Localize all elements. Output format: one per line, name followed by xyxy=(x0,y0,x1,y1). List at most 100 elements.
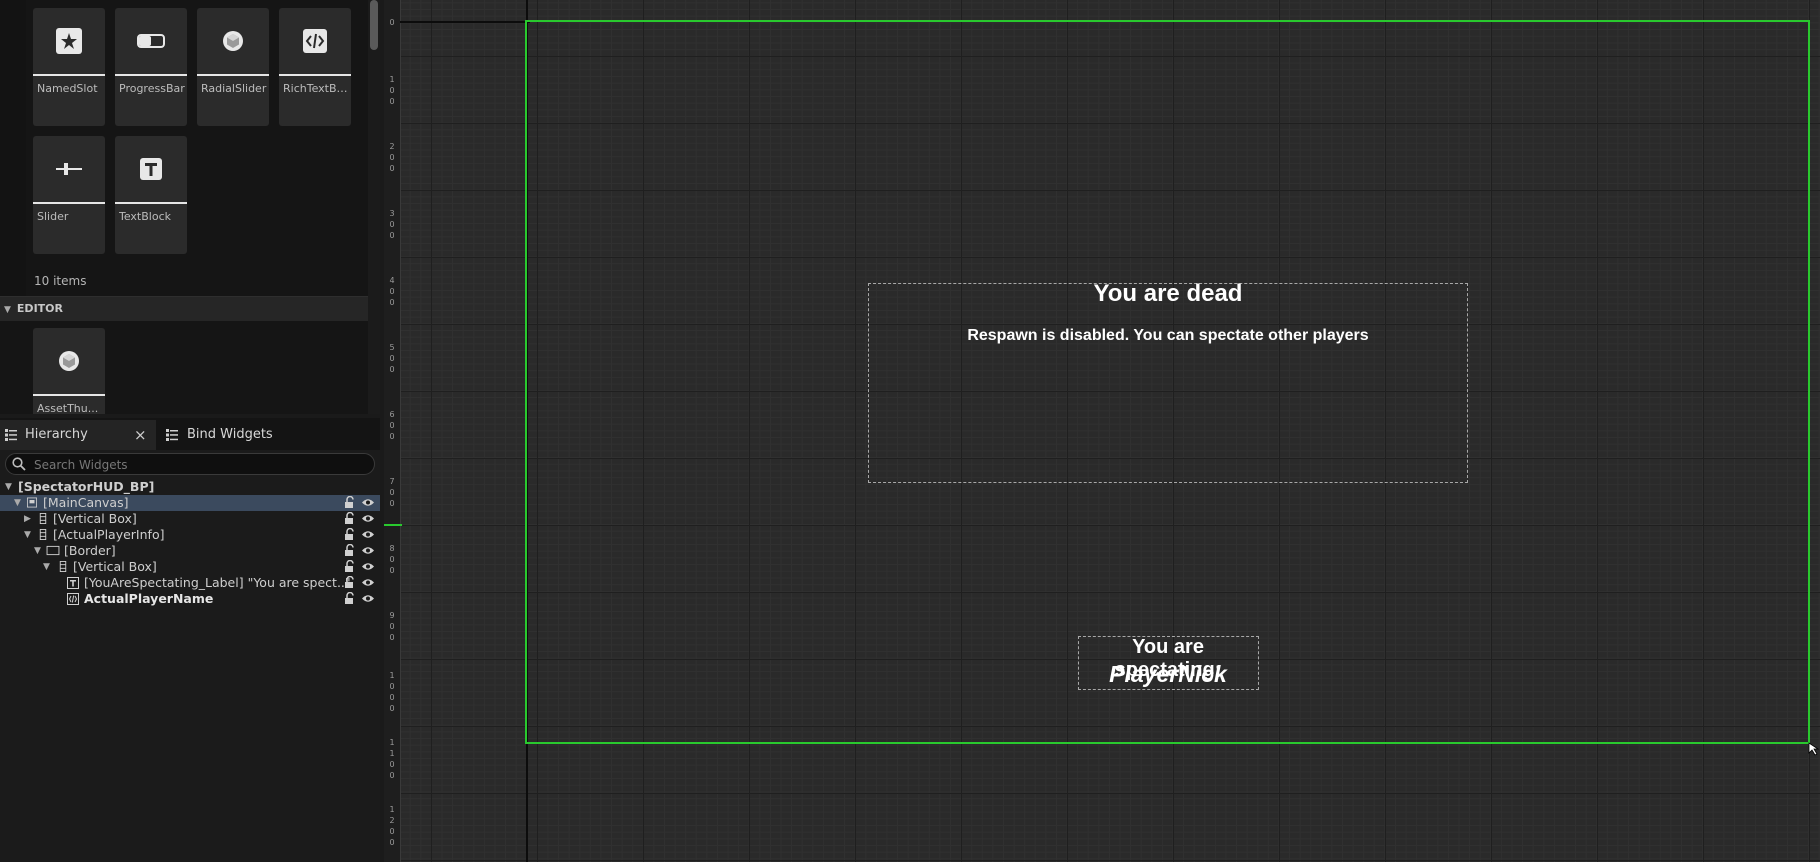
dead-message-box[interactable] xyxy=(868,283,1468,483)
ruler-label: 4 0 0 xyxy=(389,276,395,307)
palette-tile-namedslot[interactable]: NamedSlot xyxy=(33,8,105,126)
asset-thumbnail-icon xyxy=(33,328,105,396)
lock-icon[interactable] xyxy=(344,496,356,509)
eye-icon[interactable] xyxy=(361,496,375,509)
tree-row-actualplayerinfo[interactable]: ▼ [ActualPlayerInfo] xyxy=(0,527,380,543)
tab-hierarchy-label: Hierarchy xyxy=(25,427,88,442)
search-widgets-field[interactable] xyxy=(5,453,375,476)
vertical-box-icon xyxy=(39,529,47,540)
palette-tile-richtextblock[interactable]: RichTextBlo... xyxy=(279,8,351,126)
editor-section-header[interactable]: ▼ EDITOR xyxy=(0,296,368,321)
tree-row-vertical-box[interactable]: ▶ [Vertical Box] xyxy=(0,511,380,527)
lock-icon[interactable] xyxy=(344,528,356,541)
ruler-label: 7 0 0 xyxy=(389,477,395,508)
rich-text-block-icon xyxy=(67,593,79,605)
lock-icon[interactable] xyxy=(344,544,356,557)
ruler-position-marker xyxy=(384,524,402,526)
rich-text-block-icon xyxy=(279,8,351,76)
palette-tile-label: TextBlock xyxy=(119,210,171,223)
palette-tile-assetthumbnail[interactable]: AssetThu... xyxy=(33,328,105,414)
resize-cursor-icon xyxy=(1808,742,1820,756)
palette-tile-radialslider[interactable]: RadialSlider xyxy=(197,8,269,126)
text-block-icon xyxy=(67,577,79,589)
chevron-down-icon[interactable]: ▼ xyxy=(43,559,50,575)
eye-icon[interactable] xyxy=(361,544,375,557)
palette-tile-slider[interactable]: Slider xyxy=(33,136,105,254)
lock-icon[interactable] xyxy=(344,512,356,525)
chevron-down-icon[interactable]: ▼ xyxy=(14,495,21,511)
chevron-right-icon[interactable]: ▶ xyxy=(24,511,31,527)
tab-bind-widgets[interactable]: Bind Widgets xyxy=(160,420,290,450)
palette-tile-label: NamedSlot xyxy=(37,82,98,95)
palette-scrollbar[interactable] xyxy=(368,0,380,414)
origin-axis-horizontal xyxy=(400,21,530,23)
player-name-text: PlayerNick xyxy=(1109,661,1227,687)
items-count: 10 items xyxy=(34,274,87,288)
eye-icon[interactable] xyxy=(361,560,375,573)
lock-icon[interactable] xyxy=(344,560,356,573)
palette-tile-progressbar[interactable]: ProgressBar xyxy=(115,8,187,126)
ruler-label: 1 1 0 0 xyxy=(389,738,395,780)
ruler-label: 1 0 0 0 xyxy=(389,671,395,713)
ruler-label: 8 0 0 xyxy=(389,544,395,575)
palette-tile-label: RichTextBlo... xyxy=(283,82,349,95)
eye-icon[interactable] xyxy=(361,512,375,525)
tab-hierarchy[interactable]: Hierarchy × xyxy=(0,420,156,450)
lock-icon[interactable] xyxy=(344,592,356,605)
tree-row-border[interactable]: ▼ [Border] xyxy=(0,543,380,559)
ruler-label: 0 xyxy=(389,18,395,27)
tree-row-label: [SpectatorHUD_BP] xyxy=(18,479,155,494)
vertical-box-icon xyxy=(39,513,47,524)
widget-palette: NamedSlot ProgressBar RadialSlider RichT… xyxy=(0,0,368,414)
bind-widgets-icon xyxy=(166,429,178,441)
ruler-label: 6 0 0 xyxy=(389,410,395,441)
tab-bind-widgets-label: Bind Widgets xyxy=(187,427,273,442)
ruler-label: 1 2 0 0 xyxy=(389,805,395,847)
palette-tile-textblock[interactable]: TextBlock xyxy=(115,136,187,254)
tree-row-label: [YouAreSpectating_Label] "You are spect.… xyxy=(84,575,351,590)
tree-row-label: ActualPlayerName xyxy=(84,591,214,606)
palette-gutter xyxy=(0,0,26,300)
ruler-label: 9 0 0 xyxy=(389,611,395,642)
search-input[interactable] xyxy=(32,454,356,476)
dead-title-text: You are dead xyxy=(1093,280,1243,307)
eye-icon[interactable] xyxy=(361,576,375,589)
tree-row-youarespectating-label[interactable]: [YouAreSpectating_Label] "You are spect.… xyxy=(0,575,380,591)
tree-row-label: [ActualPlayerInfo] xyxy=(53,527,165,542)
progress-bar-icon xyxy=(115,8,187,76)
ruler-label: 1 0 0 xyxy=(389,75,395,106)
close-icon[interactable]: × xyxy=(134,420,147,450)
slider-icon xyxy=(33,136,105,204)
tree-row-root[interactable]: ▼ [SpectatorHUD_BP] xyxy=(0,479,380,495)
chevron-down-icon[interactable]: ▼ xyxy=(24,527,31,543)
canvas-panel-icon xyxy=(27,497,37,508)
chevron-down-icon[interactable]: ▼ xyxy=(5,479,12,495)
tree-row-vertical-box-2[interactable]: ▼ [Vertical Box] xyxy=(0,559,380,575)
named-slot-icon xyxy=(33,8,105,76)
palette-tile-label: ProgressBar xyxy=(119,82,185,95)
search-icon xyxy=(12,457,26,471)
dead-subtitle-text: Respawn is disabled. You can spectate ot… xyxy=(967,327,1369,344)
tree-row-maincanvas[interactable]: ▼ [MainCanvas] xyxy=(0,495,380,511)
palette-tile-label: RadialSlider xyxy=(201,82,267,95)
hierarchy-icon xyxy=(5,429,17,441)
tree-row-label: [Vertical Box] xyxy=(53,511,137,526)
eye-icon[interactable] xyxy=(361,592,375,605)
text-block-icon xyxy=(115,136,187,204)
tree-row-label: [MainCanvas] xyxy=(43,495,129,510)
hierarchy-panel: ▼ [SpectatorHUD_BP] ▼ [MainCanvas] ▶ [Ve… xyxy=(0,450,380,862)
chevron-down-icon[interactable]: ▼ xyxy=(34,543,41,559)
palette-tile-label: Slider xyxy=(37,210,69,223)
eye-icon[interactable] xyxy=(361,528,375,541)
panel-tab-bar: Hierarchy × Bind Widgets xyxy=(0,418,380,450)
lock-icon[interactable] xyxy=(344,576,356,589)
scrollbar-thumb[interactable] xyxy=(370,0,378,50)
tree-row-actualplayername[interactable]: ActualPlayerName xyxy=(0,591,380,607)
ruler-label: 5 0 0 xyxy=(389,343,395,374)
palette-tile-label: AssetThu... xyxy=(37,402,99,414)
chevron-down-icon: ▼ xyxy=(4,305,11,315)
tree-row-label: [Border] xyxy=(64,543,116,558)
ruler-label: 3 0 0 xyxy=(389,209,395,240)
tree-row-label: [Vertical Box] xyxy=(73,559,157,574)
radial-slider-icon xyxy=(197,8,269,76)
